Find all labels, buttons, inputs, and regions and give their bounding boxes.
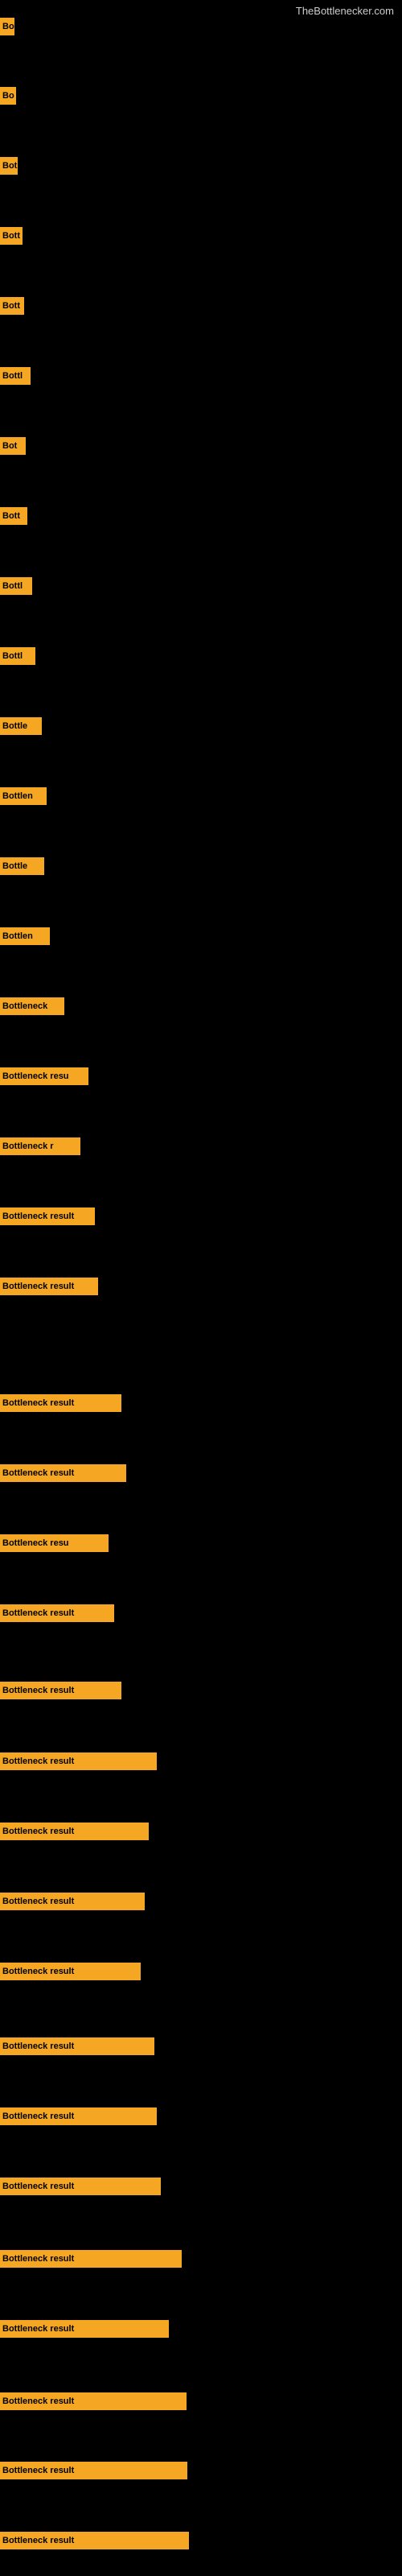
bar-item: Bott	[0, 297, 24, 315]
bar-label: Bottl	[0, 367, 31, 385]
bar-item: Bottleneck result	[0, 1208, 95, 1225]
bar-label: Bot	[0, 157, 18, 175]
bar-label: Bottleneck	[0, 997, 64, 1015]
bar-item: Bottleneck result	[0, 1682, 121, 1699]
bar-item: Bottleneck result	[0, 2532, 189, 2549]
bar-label: Bottleneck result	[0, 2320, 169, 2338]
bar-label: Bottleneck result	[0, 1208, 95, 1225]
bar-label: Bottle	[0, 857, 44, 875]
bar-item: Bot	[0, 437, 26, 455]
bar-item: Bottleneck result	[0, 1893, 145, 1910]
bar-item: Bottlen	[0, 787, 47, 805]
bar-item: Bottleneck result	[0, 2462, 187, 2479]
bar-label: Bottleneck result	[0, 1394, 121, 1412]
bar-label: Bo	[0, 18, 14, 35]
bar-label: Bottleneck result	[0, 1464, 126, 1482]
bar-label: Bottleneck result	[0, 1278, 98, 1295]
bar-item: Bottleneck resu	[0, 1534, 109, 1552]
bar-item: Bottle	[0, 717, 42, 735]
bar-label: Bottleneck r	[0, 1137, 80, 1155]
site-title: TheBottlenecker.com	[296, 5, 394, 17]
bar-label: Bott	[0, 227, 23, 245]
bar-label: Bottleneck result	[0, 1682, 121, 1699]
bar-item: Bottlen	[0, 927, 50, 945]
bar-item: Bottleneck result	[0, 2392, 187, 2410]
bar-item: Bottleneck result	[0, 2250, 182, 2268]
bar-item: Bot	[0, 157, 18, 175]
bar-item: Bo	[0, 18, 14, 35]
bar-label: Bottl	[0, 577, 32, 595]
bar-label: Bott	[0, 297, 24, 315]
bar-item: Bottleneck result	[0, 2107, 157, 2125]
bar-item: Bo	[0, 87, 16, 105]
bar-item: Bott	[0, 507, 27, 525]
bar-label: Bottleneck result	[0, 1893, 145, 1910]
bar-label: Bottleneck resu	[0, 1534, 109, 1552]
bar-label: Bottleneck resu	[0, 1067, 88, 1085]
bar-label: Bottleneck result	[0, 2462, 187, 2479]
bar-label: Bottlen	[0, 787, 47, 805]
bar-item: Bottl	[0, 367, 31, 385]
bar-label: Bottleneck result	[0, 2037, 154, 2055]
bar-item: Bottleneck r	[0, 1137, 80, 1155]
bar-item: Bott	[0, 227, 23, 245]
bar-label: Bottleneck result	[0, 1604, 114, 1622]
bar-item: Bottleneck result	[0, 1963, 141, 1980]
bar-item: Bottleneck	[0, 997, 64, 1015]
bar-label: Bott	[0, 507, 27, 525]
bar-item: Bottleneck result	[0, 1604, 114, 1622]
bar-label: Bottleneck result	[0, 1823, 149, 1840]
bar-item: Bottl	[0, 647, 35, 665]
bar-item: Bottleneck result	[0, 2037, 154, 2055]
bar-item: Bottleneck result	[0, 1464, 126, 1482]
bar-item: Bottleneck resu	[0, 1067, 88, 1085]
bar-label: Bottlen	[0, 927, 50, 945]
bar-item: Bottleneck result	[0, 1278, 98, 1295]
bar-item: Bottleneck result	[0, 2320, 169, 2338]
bar-label: Bottle	[0, 717, 42, 735]
bar-label: Bottleneck result	[0, 2250, 182, 2268]
bar-label: Bottleneck result	[0, 1963, 141, 1980]
bar-label: Bo	[0, 87, 16, 105]
bar-item: Bottleneck result	[0, 1394, 121, 1412]
bar-label: Bot	[0, 437, 26, 455]
bar-label: Bottleneck result	[0, 2178, 161, 2195]
bar-label: Bottleneck result	[0, 2392, 187, 2410]
bar-item: Bottleneck result	[0, 1823, 149, 1840]
bar-label: Bottl	[0, 647, 35, 665]
bar-item: Bottleneck result	[0, 1752, 157, 1770]
bar-item: Bottl	[0, 577, 32, 595]
bar-label: Bottleneck result	[0, 2532, 189, 2549]
bar-item: Bottleneck result	[0, 2178, 161, 2195]
bar-label: Bottleneck result	[0, 2107, 157, 2125]
bar-label: Bottleneck result	[0, 1752, 157, 1770]
bar-item: Bottle	[0, 857, 44, 875]
